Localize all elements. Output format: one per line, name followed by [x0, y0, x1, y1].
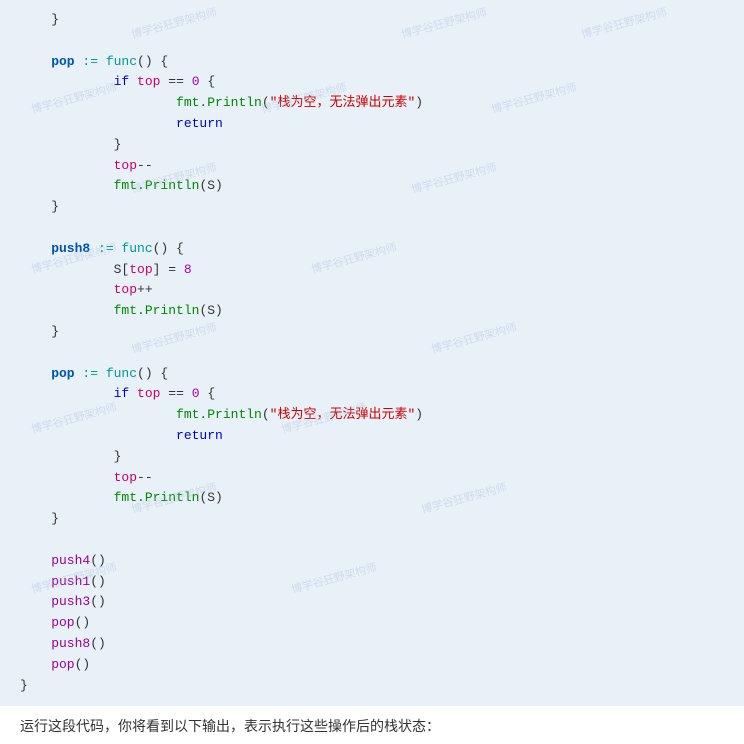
code-block: 博学谷狂野架构师 博学谷狂野架构师 博学谷狂野架构师 博学谷狂野架构师 博学谷狂…	[0, 0, 744, 706]
description-text: 运行这段代码，你将看到以下输出，表示执行这些操作后的栈状态：	[0, 706, 744, 744]
page-container: 博学谷狂野架构师 博学谷狂野架构师 博学谷狂野架构师 博学谷狂野架构师 博学谷狂…	[0, 0, 744, 744]
code-content: } pop := func() { if top == 0 { fmt.Prin…	[20, 10, 724, 696]
